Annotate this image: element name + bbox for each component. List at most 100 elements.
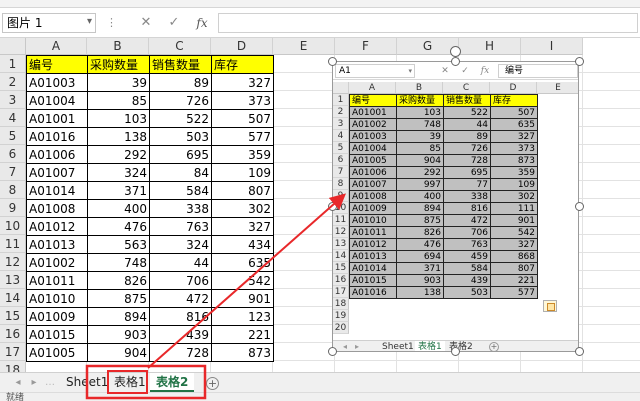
column-header-d[interactable]: D — [211, 38, 273, 55]
cell-sales[interactable]: 584 — [149, 181, 212, 200]
cell-purchase[interactable]: 875 — [87, 289, 150, 308]
cell-id[interactable]: A01015 — [26, 325, 88, 344]
cell-id[interactable]: A01010 — [26, 289, 88, 308]
resize-handle-e[interactable] — [575, 202, 584, 211]
row-header-15[interactable]: 15 — [0, 307, 26, 325]
cell-sales[interactable]: 695 — [149, 145, 212, 164]
cell-id[interactable]: A01003 — [26, 73, 88, 92]
cell-purchase[interactable]: 103 — [87, 109, 150, 128]
row-header-18[interactable]: 18 — [0, 361, 26, 372]
resize-handle-w[interactable] — [328, 202, 337, 211]
cell-purchase[interactable]: 748 — [87, 253, 150, 272]
row-header-6[interactable]: 6 — [0, 145, 26, 163]
sheet-tab-2[interactable]: 表格1 — [108, 373, 152, 392]
cell-purchase[interactable]: 292 — [87, 145, 150, 164]
cell-id[interactable]: A01008 — [26, 199, 88, 218]
cell-id[interactable]: A01001 — [26, 109, 88, 128]
cell-sales[interactable]: 44 — [149, 253, 212, 272]
row-header-10[interactable]: 10 — [0, 217, 26, 235]
cell-sales[interactable]: 439 — [149, 325, 212, 344]
cell-sales[interactable]: 338 — [149, 199, 212, 218]
cell-stock[interactable]: 302 — [211, 199, 274, 218]
tab-scroll-right-icon[interactable]: ▸ — [28, 376, 40, 390]
cell-purchase[interactable]: 85 — [87, 91, 150, 110]
add-sheet-button[interactable]: + — [206, 377, 219, 390]
row-header-9[interactable]: 9 — [0, 199, 26, 217]
resize-handle-ne[interactable] — [575, 57, 584, 66]
cell-stock[interactable]: 635 — [211, 253, 274, 272]
cell-purchase[interactable]: 400 — [87, 199, 150, 218]
cell-sales[interactable]: 816 — [149, 307, 212, 326]
cell-sales[interactable]: 472 — [149, 289, 212, 308]
header-cell-id[interactable]: 编号 — [26, 55, 88, 74]
cell-sales[interactable]: 522 — [149, 109, 212, 128]
cell-purchase[interactable]: 894 — [87, 307, 150, 326]
cell-id[interactable]: A01004 — [26, 91, 88, 110]
cell-purchase[interactable]: 904 — [87, 343, 150, 362]
enter-icon[interactable]: ✓ — [163, 14, 185, 32]
data-table[interactable]: 编号 采购数量 销售数量 库存 A01003 39 89 327 A01004 85 726 373 A… — [26, 55, 274, 362]
resize-handle-sw[interactable] — [328, 347, 337, 356]
cell-stock[interactable]: 542 — [211, 271, 274, 290]
cell-purchase[interactable]: 903 — [87, 325, 150, 344]
row-header-7[interactable]: 7 — [0, 163, 26, 181]
cell-stock[interactable]: 123 — [211, 307, 274, 326]
name-box[interactable]: 图片 1 ▾ — [2, 13, 96, 33]
row-header-8[interactable]: 8 — [0, 181, 26, 199]
embedded-picture[interactable]: A1 ▾ ✕ ✓ fx 编号 ABCDE 1 2 3 4 5 6 7 8 9 10 11 12 13 14… — [332, 61, 579, 352]
cell-sales[interactable]: 503 — [149, 127, 212, 146]
chevron-down-icon[interactable]: ▾ — [87, 15, 92, 29]
cell-purchase[interactable]: 563 — [87, 235, 150, 254]
cell-stock[interactable]: 507 — [211, 109, 274, 128]
cell-id[interactable]: A01005 — [26, 343, 88, 362]
column-header-a[interactable]: A — [26, 38, 87, 55]
cell-stock[interactable]: 359 — [211, 145, 274, 164]
column-header-e[interactable]: E — [273, 38, 335, 55]
row-header-2[interactable]: 2 — [0, 73, 26, 91]
column-header-f[interactable]: F — [335, 38, 397, 55]
cell-sales[interactable]: 726 — [149, 91, 212, 110]
cell-purchase[interactable]: 371 — [87, 181, 150, 200]
cell-sales[interactable]: 89 — [149, 73, 212, 92]
header-cell-purchase[interactable]: 采购数量 — [87, 55, 150, 74]
cell-sales[interactable]: 763 — [149, 217, 212, 236]
cell-id[interactable]: A01009 — [26, 307, 88, 326]
row-header-3[interactable]: 3 — [0, 91, 26, 109]
sheet-tab-3[interactable]: 表格2 — [150, 373, 195, 392]
resize-handle-n[interactable] — [451, 57, 460, 66]
row-header-1[interactable]: 1 — [0, 55, 26, 73]
column-header-c[interactable]: C — [149, 38, 211, 55]
tab-scroll-left-icon[interactable]: ◂ — [12, 376, 24, 390]
cell-sales[interactable]: 706 — [149, 271, 212, 290]
cell-sales[interactable]: 728 — [149, 343, 212, 362]
insert-function-icon[interactable]: fx — [191, 14, 213, 32]
cell-sales[interactable]: 324 — [149, 235, 212, 254]
cell-stock[interactable]: 327 — [211, 73, 274, 92]
select-all-corner[interactable] — [0, 38, 26, 55]
row-header-12[interactable]: 12 — [0, 253, 26, 271]
cell-stock[interactable]: 873 — [211, 343, 274, 362]
cell-id[interactable]: A01014 — [26, 181, 88, 200]
cancel-icon[interactable]: ✕ — [135, 14, 157, 32]
row-header-13[interactable]: 13 — [0, 271, 26, 289]
row-header-5[interactable]: 5 — [0, 127, 26, 145]
resize-handle-se[interactable] — [575, 347, 584, 356]
row-header-4[interactable]: 4 — [0, 109, 26, 127]
cell-stock[interactable]: 434 — [211, 235, 274, 254]
cell-stock[interactable]: 807 — [211, 181, 274, 200]
cell-id[interactable]: A01016 — [26, 127, 88, 146]
splitter-dots-icon[interactable]: ⋮ — [106, 16, 118, 29]
sheet-tab-1[interactable]: Sheet1 — [60, 373, 114, 392]
cell-id[interactable]: A01013 — [26, 235, 88, 254]
cell-id[interactable]: A01006 — [26, 145, 88, 164]
resize-handle-s[interactable] — [451, 347, 460, 356]
row-header-14[interactable]: 14 — [0, 289, 26, 307]
cell-sales[interactable]: 84 — [149, 163, 212, 182]
cell-purchase[interactable]: 324 — [87, 163, 150, 182]
cell-purchase[interactable]: 476 — [87, 217, 150, 236]
rotate-handle[interactable] — [450, 46, 461, 57]
cell-stock[interactable]: 577 — [211, 127, 274, 146]
header-cell-stock[interactable]: 库存 — [211, 55, 274, 74]
formula-input[interactable] — [218, 13, 638, 33]
cell-purchase[interactable]: 826 — [87, 271, 150, 290]
